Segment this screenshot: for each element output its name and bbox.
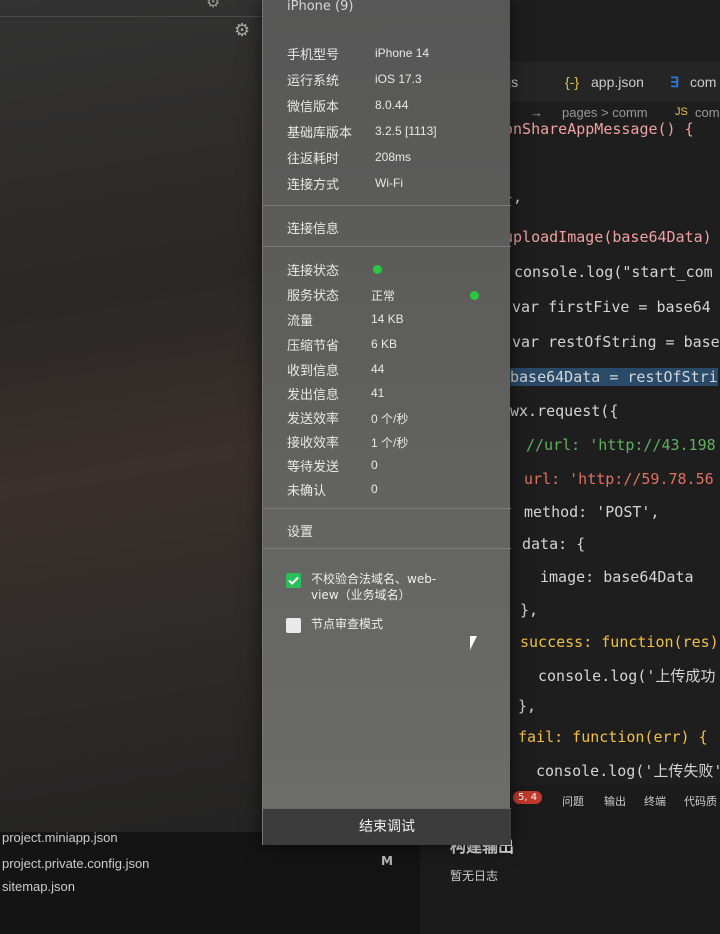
code-line: //url: 'http://43.198: [526, 436, 716, 454]
code-line: wx.request({: [510, 402, 619, 420]
file-list: project.miniapp.json project.private.con…: [0, 830, 420, 934]
json-icon: {-}: [565, 74, 580, 90]
file-item-project-private-config[interactable]: project.private.config.json: [2, 856, 149, 871]
info-label: 微信版本: [287, 100, 340, 115]
conn-label: 压缩节省: [287, 339, 340, 354]
checkbox-label: 节点审查模式: [311, 617, 384, 631]
info-value: 208ms: [375, 150, 412, 164]
code-line: console.log('上传失败': [536, 762, 720, 780]
explorer-pane: ⚙ ⚙: [0, 0, 270, 845]
tab-com[interactable]: com: [690, 74, 716, 90]
code-line: console.log('上传成功: [538, 667, 716, 685]
checkbox-unchecked-icon[interactable]: [286, 618, 301, 633]
end-debug-button[interactable]: 结束调试: [263, 808, 511, 845]
breadcrumb-path[interactable]: pages > comm: [562, 105, 648, 120]
tab-app-json[interactable]: app.json: [591, 74, 644, 90]
conn-value: 1 个/秒: [371, 436, 409, 450]
info-label: 往返耗时: [287, 152, 340, 167]
code-line: fail: function(err) {: [518, 728, 708, 746]
code-line: },: [520, 601, 539, 619]
info-value: 8.0.44: [375, 98, 409, 112]
checkbox-checked-icon[interactable]: [286, 573, 301, 588]
conn-label: 未确认: [287, 484, 327, 499]
info-label: 连接方式: [287, 178, 340, 193]
conn-value: 44: [371, 362, 385, 376]
checkbox-label: 不校验合法域名、web-view（业务域名）: [311, 572, 437, 602]
code-line: method: 'POST',: [524, 503, 660, 521]
file-name: project.private.config.json: [2, 856, 150, 871]
conn-value: 0 个/秒: [371, 412, 409, 426]
code-line: base64Data = restOfStri: [510, 368, 718, 386]
conn-value: 41: [371, 386, 385, 400]
connection-status-dot: [373, 265, 382, 274]
conn-label: 收到信息: [287, 364, 340, 379]
conn-value: 6 KB: [371, 337, 398, 351]
conn-label: 等待发送: [287, 460, 340, 475]
info-value: iPhone 14: [375, 46, 430, 60]
editor-tab-bar: js {-} app.json ∃ com: [490, 62, 720, 102]
device-title: iPhone (9): [287, 0, 354, 14]
info-label: 手机型号: [287, 48, 340, 63]
conn-label: 发出信息: [287, 388, 340, 403]
breadcrumb-arrow-icon: →: [530, 105, 543, 120]
js-file-icon: JS: [675, 106, 688, 118]
code-line: },: [518, 697, 537, 715]
code-line: url: 'http://59.78.56: [524, 470, 714, 488]
divider: [263, 548, 511, 549]
code-line: console.log("start_com: [514, 263, 713, 281]
code-line: success: function(res): [520, 633, 719, 651]
conn-label: 服务状态: [287, 289, 340, 304]
conn-value: 0: [371, 482, 378, 496]
info-label: 运行系统: [287, 74, 340, 89]
breadcrumb-file[interactable]: comr: [695, 105, 720, 120]
conn-value: 14 KB: [371, 312, 404, 326]
conn-label: 发送效率: [287, 412, 340, 427]
gear-icon[interactable]: ⚙: [206, 0, 220, 11]
file-name: sitemap.json: [2, 879, 75, 894]
code-line: onShareAppMessage() {: [504, 120, 694, 138]
settings-gear-icon[interactable]: ⚙: [234, 20, 250, 41]
conn-label: 流量: [287, 314, 314, 329]
conn-label: 连接状态: [287, 264, 340, 279]
code-line: data: {: [522, 535, 586, 553]
divider: [263, 205, 511, 206]
info-label: 基础库版本: [287, 126, 353, 141]
tab-code-quality[interactable]: 代码质: [684, 793, 717, 809]
file-item-sitemap[interactable]: sitemap.json: [2, 879, 75, 894]
css-icon: ∃: [670, 74, 679, 90]
problem-count-badge: 5, 4: [513, 791, 543, 804]
file-name: project.miniapp.json: [2, 830, 118, 845]
section-connection-title: 连接信息: [287, 222, 340, 237]
remote-debug-panel: iPhone (9) 手机型号 iPhone 14 运行系统 iOS 17.3 …: [262, 0, 511, 845]
code-line: image: base64Data: [540, 568, 694, 586]
info-value: Wi-Fi: [375, 176, 403, 190]
info-value: iOS 17.3: [375, 72, 422, 86]
code-line: var restOfString = base: [512, 333, 720, 351]
conn-value: 正常: [371, 289, 396, 303]
mouse-cursor-icon: [470, 636, 477, 650]
conn-label: 接收效率: [287, 436, 340, 451]
modified-badge: M: [381, 854, 393, 868]
panel-log: 暂无日志: [450, 869, 499, 883]
code-line: var firstFive = base64: [512, 298, 711, 316]
service-status-dot: [470, 291, 479, 300]
tab-problems[interactable]: 问题: [562, 793, 584, 809]
tab-output[interactable]: 输出: [604, 793, 626, 809]
divider: [263, 508, 511, 509]
conn-value: 0: [371, 458, 378, 472]
tab-terminal[interactable]: 终端: [644, 793, 666, 809]
divider: [0, 16, 262, 17]
info-value: 3.2.5 [1113]: [375, 124, 437, 138]
section-settings-title: 设置: [287, 525, 314, 540]
code-line: uploadImage(base64Data) {: [504, 228, 720, 246]
file-item-project-miniapp[interactable]: project.miniapp.json: [2, 830, 118, 845]
divider: [263, 246, 511, 247]
